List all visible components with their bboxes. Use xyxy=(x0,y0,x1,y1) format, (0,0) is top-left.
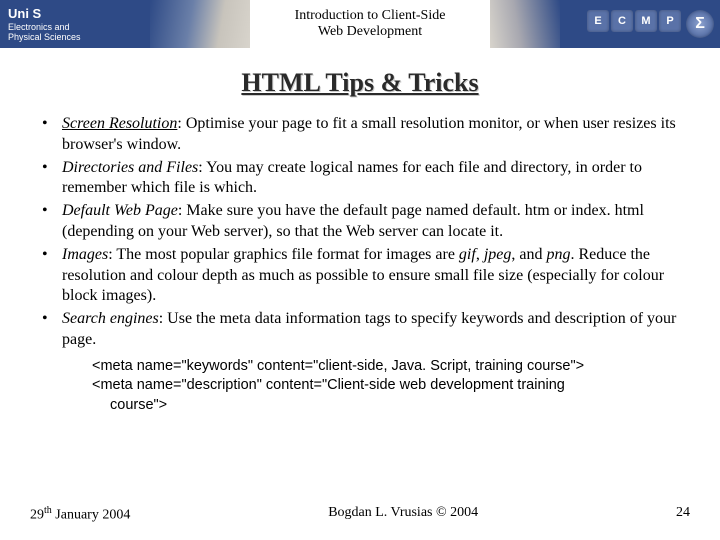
bullet-term: Images xyxy=(62,246,108,263)
header-right-graphic xyxy=(490,0,560,48)
bullet-term: Search engines xyxy=(62,310,159,327)
header-left-graphic xyxy=(150,0,250,48)
bullet-item: Default Web Page: Make sure you have the… xyxy=(34,201,690,243)
header-title-line1: Introduction to Client-Side xyxy=(295,8,446,24)
badge-p: P xyxy=(659,10,681,32)
badge-row: E C M P Σ xyxy=(587,10,714,38)
code-line: course"> xyxy=(92,396,690,416)
code-line: <meta name="description" content="Client… xyxy=(92,376,690,396)
footer: 29th January 2004 Bogdan L. Vrusias © 20… xyxy=(0,505,720,524)
bullet-item: Images: The most popular graphics file f… xyxy=(34,245,690,307)
bullet-term: Directories and Files xyxy=(62,159,198,176)
bullet-text: : The most popular graphics file format … xyxy=(108,246,459,263)
format-gif: gif xyxy=(459,246,476,263)
bullet-item: Search engines: Use the meta data inform… xyxy=(34,309,690,351)
format-png: png xyxy=(546,246,570,263)
header-right: E C M P Σ xyxy=(550,0,720,48)
badge-m: M xyxy=(635,10,657,32)
header-bar: Uni S Electronics and Physical Sciences … xyxy=(0,0,720,48)
sigma-icon: Σ xyxy=(686,10,714,38)
code-line: <meta name="keywords" content="client-si… xyxy=(92,357,690,377)
bullet-item: Directories and Files: You may create lo… xyxy=(34,158,690,200)
slide-content: Screen Resolution: Optimise your page to… xyxy=(0,114,720,415)
bullet-term: Default Web Page xyxy=(62,202,178,219)
header-title: Introduction to Client-Side Web Developm… xyxy=(250,0,490,48)
badge-c: C xyxy=(611,10,633,32)
footer-page-number: 24 xyxy=(676,505,690,524)
footer-date: 29th January 2004 xyxy=(30,505,130,524)
code-block: <meta name="keywords" content="client-si… xyxy=(92,357,690,416)
slide-title: HTML Tips & Tricks xyxy=(0,68,720,98)
bullet-item: Screen Resolution: Optimise your page to… xyxy=(34,114,690,156)
bullet-list: Screen Resolution: Optimise your page to… xyxy=(34,114,690,351)
header-title-line2: Web Development xyxy=(318,24,422,40)
bullet-term: Screen Resolution xyxy=(62,115,177,132)
header-left: Uni S Electronics and Physical Sciences xyxy=(0,0,190,48)
format-jpeg: jpeg xyxy=(484,246,512,263)
badge-e: E xyxy=(587,10,609,32)
footer-author: Bogdan L. Vrusias © 2004 xyxy=(328,505,478,524)
